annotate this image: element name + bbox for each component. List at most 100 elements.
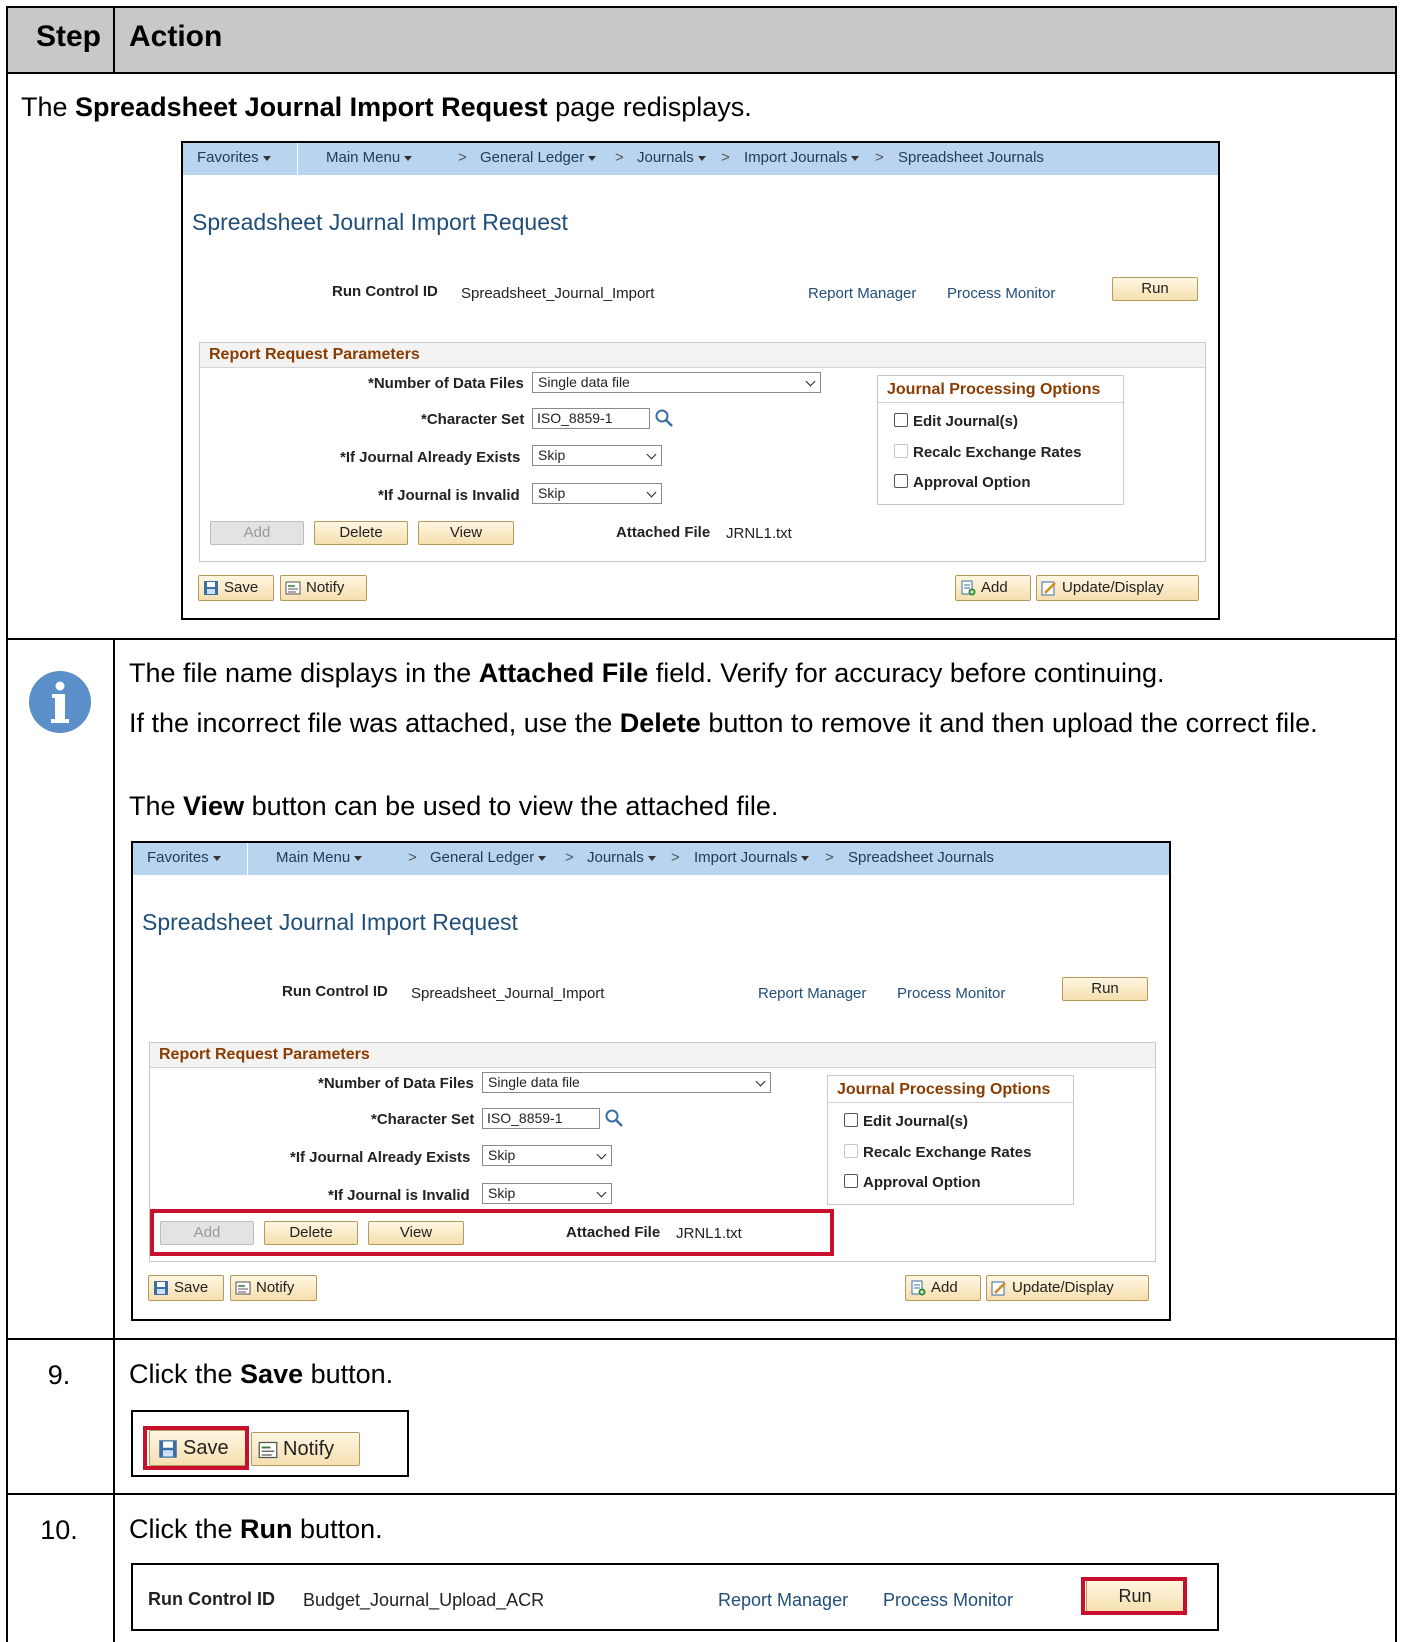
table-border-right	[1395, 6, 1397, 1642]
run-control-label: Run Control ID	[332, 283, 438, 300]
nav-bar: Favorites Main Menu > General Ledger > J…	[133, 843, 1169, 875]
charset-label: *Character Set	[371, 1111, 475, 1128]
step10-text: Click the Run button.	[129, 1514, 383, 1544]
run-control-value: Budget_Journal_Upload_ACR	[303, 1590, 545, 1610]
chevron-right-icon: >	[615, 149, 624, 166]
table-divider	[6, 72, 1397, 74]
table-col-divider	[113, 6, 115, 73]
approval-checkbox[interactable]	[894, 474, 908, 488]
exists-select[interactable]: Skip	[532, 445, 662, 466]
delete-attachment-button[interactable]: Delete	[314, 521, 408, 545]
info-paragraph-2: If the incorrect file was attached, use …	[129, 708, 1318, 738]
table-border-left	[6, 6, 8, 1642]
add-attachment-button[interactable]: Add	[210, 521, 304, 545]
process-monitor-link[interactable]: Process Monitor	[883, 1590, 1013, 1611]
update-pencil-icon	[991, 1281, 1006, 1296]
magnifier-icon[interactable]	[654, 408, 674, 428]
nav-bar: Favorites Main Menu > General Ledger > J…	[183, 143, 1218, 175]
nav-general-ledger[interactable]: General Ledger	[480, 149, 597, 166]
run-control-label: Run Control ID	[282, 983, 388, 1000]
report-manager-link[interactable]: Report Manager	[718, 1590, 848, 1611]
process-monitor-link[interactable]: Process Monitor	[897, 985, 1005, 1002]
caret-down-icon	[404, 155, 413, 161]
caret-down-icon	[801, 855, 810, 861]
nav-import-journals[interactable]: Import Journals	[694, 849, 810, 866]
ps-screenshot-2: Favorites Main Menu > General Ledger > J…	[131, 841, 1171, 1321]
highlight-save	[143, 1426, 249, 1470]
notify-button[interactable]: Notify	[251, 1432, 360, 1466]
header-step: Step	[36, 20, 102, 53]
num-files-label: *Number of Data Files	[318, 1075, 474, 1092]
add-page-button[interactable]: Add	[905, 1275, 981, 1301]
run-button[interactable]: Run	[1062, 977, 1148, 1001]
magnifier-icon[interactable]	[604, 1108, 624, 1128]
view-attachment-button[interactable]: View	[418, 521, 514, 545]
add-page-button[interactable]: Add	[955, 575, 1031, 601]
edit-journals-checkbox[interactable]	[844, 1113, 858, 1127]
table-border-top	[6, 6, 1397, 8]
save-button[interactable]: Save	[148, 1275, 224, 1301]
table-divider	[6, 1493, 1397, 1495]
invalid-select[interactable]: Skip	[482, 1183, 612, 1204]
notify-button[interactable]: Notify	[230, 1275, 317, 1301]
options-header: Journal Processing Options	[828, 1076, 1073, 1103]
add-document-icon	[961, 580, 976, 596]
nav-journals[interactable]: Journals	[637, 149, 706, 166]
run-control-label: Run Control ID	[148, 1589, 275, 1609]
attached-file-label: Attached File	[616, 524, 711, 541]
params-header: Report Request Parameters	[200, 343, 1205, 368]
approval-checkbox[interactable]	[844, 1174, 858, 1188]
approval-label: Approval Option	[913, 474, 1031, 491]
nav-favorites[interactable]: Favorites	[147, 849, 221, 866]
recalc-checkbox[interactable]	[844, 1144, 858, 1158]
edit-journals-label: Edit Journal(s)	[863, 1113, 969, 1130]
update-display-button[interactable]: Update/Display	[986, 1275, 1149, 1301]
caret-down-icon	[697, 155, 706, 161]
process-monitor-link[interactable]: Process Monitor	[947, 285, 1055, 302]
options-header: Journal Processing Options	[878, 376, 1123, 403]
nav-spreadsheet-journals[interactable]: Spreadsheet Journals	[898, 149, 1044, 166]
report-manager-link[interactable]: Report Manager	[758, 985, 866, 1002]
ps-screenshot-1: Favorites Main Menu > General Ledger > J…	[181, 141, 1220, 620]
run-control-value: Spreadsheet_Journal_Import	[461, 285, 655, 302]
info-circle-icon	[29, 671, 91, 733]
chevron-right-icon: >	[408, 849, 417, 866]
invalid-label: *If Journal is Invalid	[378, 487, 520, 504]
nav-spreadsheet-journals[interactable]: Spreadsheet Journals	[848, 849, 994, 866]
caret-down-icon	[262, 155, 271, 161]
charset-input[interactable]: ISO_8859-1	[482, 1108, 600, 1129]
notify-message-icon	[258, 1441, 278, 1458]
exists-select[interactable]: Skip	[482, 1145, 612, 1166]
table-divider	[6, 1338, 1397, 1340]
notify-button[interactable]: Notify	[280, 575, 367, 601]
header-action: Action	[129, 20, 223, 53]
num-files-select[interactable]: Single data file	[532, 372, 821, 393]
nav-general-ledger[interactable]: General Ledger	[430, 849, 547, 866]
caret-down-icon	[851, 155, 860, 161]
exists-label: *If Journal Already Exists	[290, 1149, 471, 1166]
exists-label: *If Journal Already Exists	[340, 449, 521, 466]
nav-favorites[interactable]: Favorites	[197, 149, 271, 166]
nav-main-menu[interactable]: Main Menu	[276, 849, 363, 866]
save-button[interactable]: Save	[198, 575, 274, 601]
step-number-10: 10.	[40, 1515, 78, 1545]
edit-journals-checkbox[interactable]	[894, 413, 908, 427]
update-pencil-icon	[1041, 581, 1056, 596]
charset-input[interactable]: ISO_8859-1	[532, 408, 650, 429]
edit-journals-label: Edit Journal(s)	[913, 413, 1019, 430]
chevron-right-icon: >	[721, 149, 730, 166]
floppy-disk-icon	[204, 581, 218, 596]
nav-main-menu[interactable]: Main Menu	[326, 149, 413, 166]
report-manager-link[interactable]: Report Manager	[808, 285, 916, 302]
recalc-checkbox[interactable]	[894, 444, 908, 458]
update-display-button[interactable]: Update/Display	[1036, 575, 1199, 601]
invalid-select[interactable]: Skip	[532, 483, 662, 504]
chevron-right-icon: >	[875, 149, 884, 166]
nav-import-journals[interactable]: Import Journals	[744, 149, 860, 166]
nav-journals[interactable]: Journals	[587, 849, 656, 866]
num-files-select[interactable]: Single data file	[482, 1072, 771, 1093]
num-files-label: *Number of Data Files	[368, 375, 524, 392]
run-button[interactable]: Run	[1112, 277, 1198, 301]
caret-down-icon	[538, 855, 547, 861]
page-title: Spreadsheet Journal Import Request	[142, 909, 518, 935]
